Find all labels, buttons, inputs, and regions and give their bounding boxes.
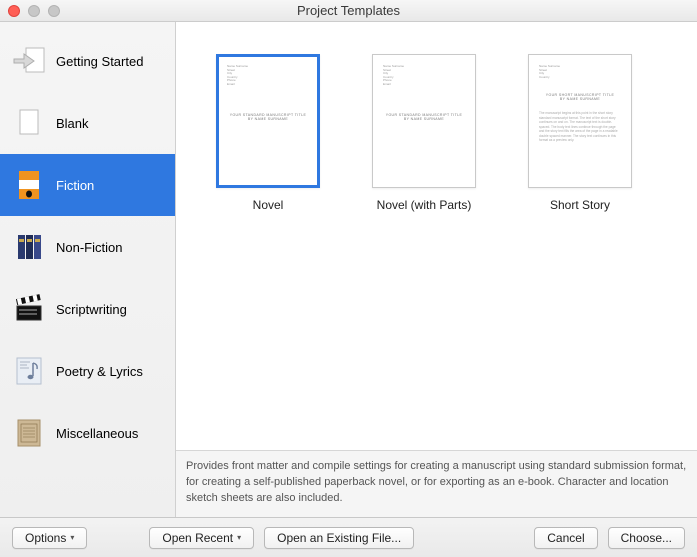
sidebar-item-poetry-lyrics[interactable]: Poetry & Lyrics bbox=[0, 340, 175, 402]
options-button[interactable]: Options ▾ bbox=[12, 527, 87, 549]
template-thumbnail: Name SurnameStreetCityCountry YOUR SHORT… bbox=[528, 54, 632, 188]
template-short-story[interactable]: Name SurnameStreetCityCountry YOUR SHORT… bbox=[528, 54, 632, 212]
sidebar-item-getting-started[interactable]: Getting Started bbox=[0, 30, 175, 92]
books-icon bbox=[12, 230, 46, 264]
template-description: Provides front matter and compile settin… bbox=[176, 450, 697, 517]
choose-button[interactable]: Choose... bbox=[608, 527, 685, 549]
cancel-button[interactable]: Cancel bbox=[534, 527, 597, 549]
button-label: Cancel bbox=[547, 531, 584, 545]
button-label: Choose... bbox=[621, 531, 672, 545]
sidebar-item-blank[interactable]: Blank bbox=[0, 92, 175, 154]
sidebar-item-label: Non-Fiction bbox=[56, 240, 122, 255]
template-grid: Name SurnameStreetCityCountryPhoneEmail … bbox=[176, 22, 697, 450]
sidebar-item-label: Getting Started bbox=[56, 54, 143, 69]
title-bar: Project Templates bbox=[0, 0, 697, 22]
sidebar-item-fiction[interactable]: Fiction bbox=[0, 154, 175, 216]
clapperboard-icon bbox=[12, 292, 46, 326]
template-novel-with-parts[interactable]: Name SurnameStreetCityCountryPhoneEmail … bbox=[372, 54, 476, 212]
chevron-down-icon: ▾ bbox=[70, 533, 74, 542]
chevron-down-icon: ▾ bbox=[237, 533, 241, 542]
maximize-window-button bbox=[48, 5, 60, 17]
button-label: Options bbox=[25, 531, 66, 545]
sidebar-item-label: Scriptwriting bbox=[56, 302, 127, 317]
blank-page-icon bbox=[12, 106, 46, 140]
music-note-page-icon bbox=[12, 354, 46, 388]
category-sidebar: Getting Started Blank Fiction bbox=[0, 22, 176, 517]
template-novel[interactable]: Name SurnameStreetCityCountryPhoneEmail … bbox=[216, 54, 320, 212]
dialog-content: Getting Started Blank Fiction bbox=[0, 22, 697, 517]
sidebar-item-label: Miscellaneous bbox=[56, 426, 138, 441]
window-title: Project Templates bbox=[0, 3, 697, 18]
template-thumbnail: Name SurnameStreetCityCountryPhoneEmail … bbox=[372, 54, 476, 188]
template-thumbnail: Name SurnameStreetCityCountryPhoneEmail … bbox=[216, 54, 320, 188]
sidebar-item-non-fiction[interactable]: Non-Fiction bbox=[0, 216, 175, 278]
minimize-window-button bbox=[28, 5, 40, 17]
dialog-footer: Options ▾ Open Recent ▾ Open an Existing… bbox=[0, 517, 697, 557]
sidebar-item-label: Poetry & Lyrics bbox=[56, 364, 143, 379]
button-label: Open Recent bbox=[162, 531, 233, 545]
button-label: Open an Existing File... bbox=[277, 531, 401, 545]
document-icon bbox=[12, 416, 46, 450]
arrow-right-page-icon bbox=[12, 44, 46, 78]
open-recent-button[interactable]: Open Recent ▾ bbox=[149, 527, 254, 549]
open-existing-file-button[interactable]: Open an Existing File... bbox=[264, 527, 414, 549]
close-window-button[interactable] bbox=[8, 5, 20, 17]
templates-panel: Name SurnameStreetCityCountryPhoneEmail … bbox=[176, 22, 697, 517]
template-label: Novel bbox=[253, 198, 284, 212]
template-label: Novel (with Parts) bbox=[377, 198, 472, 212]
window-controls bbox=[0, 5, 60, 17]
penguin-book-icon bbox=[12, 168, 46, 202]
sidebar-item-scriptwriting[interactable]: Scriptwriting bbox=[0, 278, 175, 340]
sidebar-item-miscellaneous[interactable]: Miscellaneous bbox=[0, 402, 175, 464]
template-label: Short Story bbox=[550, 198, 610, 212]
sidebar-item-label: Fiction bbox=[56, 178, 94, 193]
sidebar-item-label: Blank bbox=[56, 116, 89, 131]
